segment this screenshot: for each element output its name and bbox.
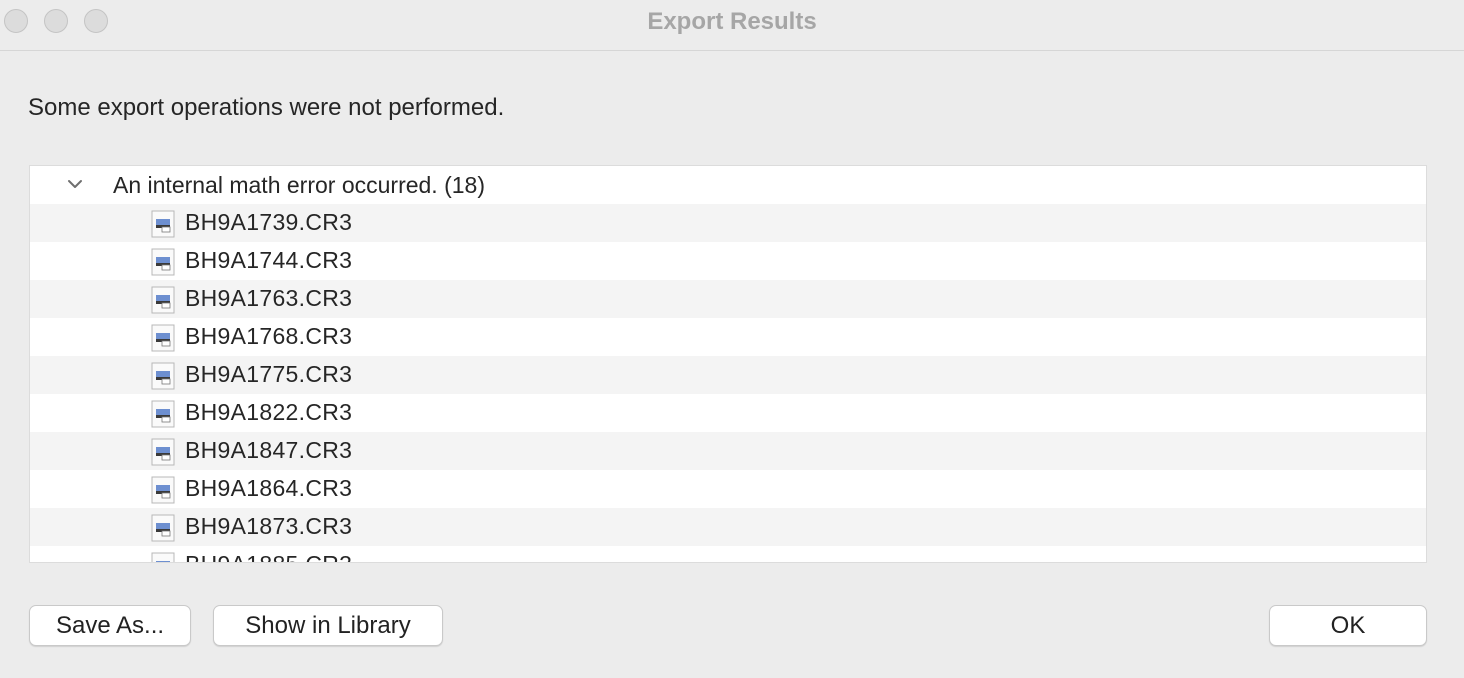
- file-name: BH9A1768.CR3: [185, 323, 353, 349]
- file-row[interactable]: BH9A1739.CR3: [30, 204, 1426, 242]
- raw-file-icon: [151, 438, 175, 466]
- file-row[interactable]: BH9A1873.CR3: [30, 508, 1426, 546]
- file-name: BH9A1744.CR3: [185, 247, 353, 273]
- file-row[interactable]: BH9A1775.CR3: [30, 356, 1426, 394]
- file-name: BH9A1763.CR3: [185, 285, 353, 311]
- file-row[interactable]: BH9A1744.CR3: [30, 242, 1426, 280]
- file-row[interactable]: BH9A1763.CR3: [30, 280, 1426, 318]
- title-bar: Export Results: [0, 0, 1464, 51]
- raw-file-icon: [151, 286, 175, 314]
- show-in-library-button[interactable]: Show in Library: [213, 605, 443, 646]
- raw-file-icon: [151, 476, 175, 504]
- raw-file-icon: [151, 362, 175, 390]
- file-row[interactable]: BH9A1768.CR3: [30, 318, 1426, 356]
- window-title: Export Results: [647, 8, 817, 35]
- file-name: BH9A1885.CR3: [185, 551, 352, 562]
- save-as-button[interactable]: Save As...: [29, 605, 191, 646]
- error-group-label: An internal math error occurred. (18): [113, 172, 485, 198]
- file-list: BH9A1739.CR3 BH9A1744.CR3 BH9A1763.CR3 BH9A…: [30, 204, 1426, 562]
- error-group-row[interactable]: An internal math error occurred. (18): [30, 166, 1426, 204]
- raw-file-icon: [151, 514, 175, 542]
- status-message: Some export operations were not performe…: [28, 94, 505, 121]
- file-name: BH9A1873.CR3: [185, 513, 353, 539]
- results-outline[interactable]: An internal math error occurred. (18) BH…: [29, 165, 1427, 563]
- chevron-down-icon[interactable]: [66, 175, 84, 193]
- file-row[interactable]: BH9A1864.CR3: [30, 470, 1426, 508]
- file-name: BH9A1822.CR3: [185, 399, 353, 425]
- raw-file-icon: [151, 400, 175, 428]
- file-name: BH9A1775.CR3: [185, 361, 353, 387]
- file-row[interactable]: BH9A1885.CR3: [30, 546, 1426, 562]
- raw-file-icon: [151, 248, 175, 276]
- file-row[interactable]: BH9A1847.CR3: [30, 432, 1426, 470]
- file-name: BH9A1739.CR3: [185, 209, 353, 235]
- file-name: BH9A1847.CR3: [185, 437, 353, 463]
- file-name: BH9A1864.CR3: [185, 475, 353, 501]
- raw-file-icon: [151, 324, 175, 352]
- file-row[interactable]: BH9A1822.CR3: [30, 394, 1426, 432]
- ok-button[interactable]: OK: [1269, 605, 1427, 646]
- raw-file-icon: [151, 552, 175, 562]
- raw-file-icon: [151, 210, 175, 238]
